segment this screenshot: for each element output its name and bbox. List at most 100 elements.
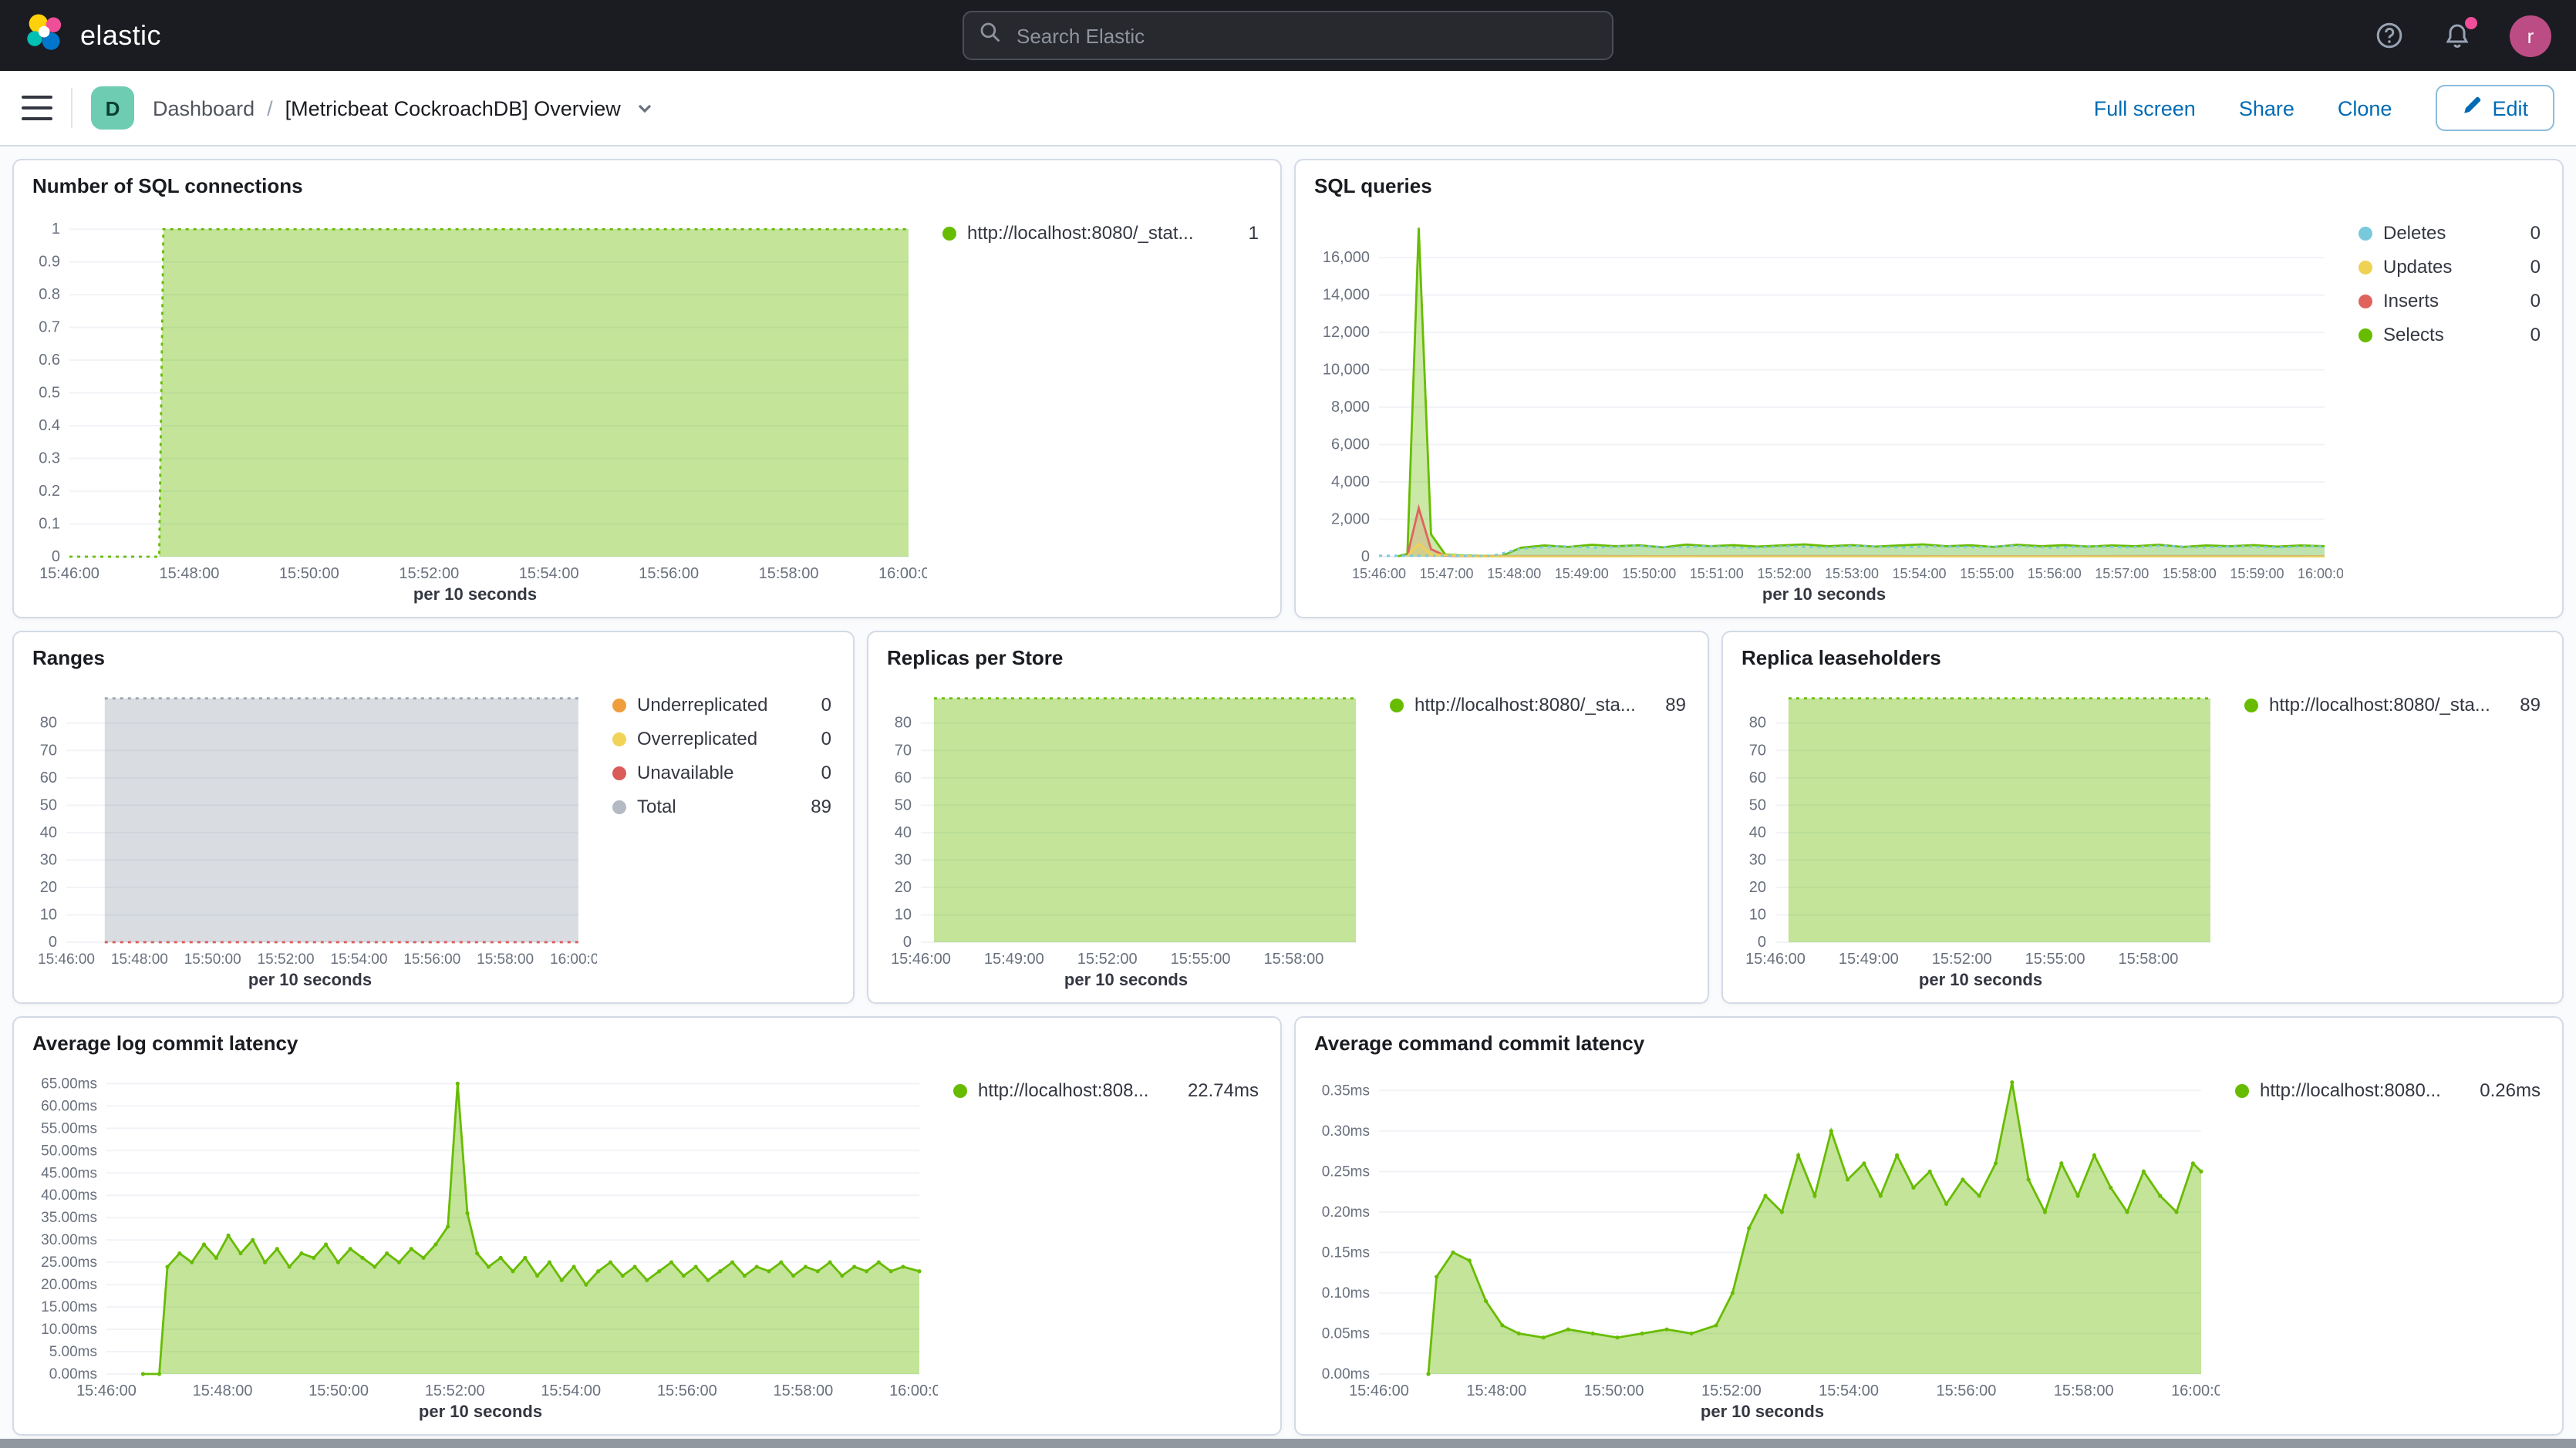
svg-text:15:55:00: 15:55:00 [1171,951,1231,968]
area-chart[interactable]: 0102030405060708015:46:0015:49:0015:52:0… [878,672,1374,970]
pencil-icon [2461,96,2481,120]
space-switcher[interactable]: D [91,86,134,130]
legend-value: 89 [798,796,831,817]
svg-text:15:48:00: 15:48:00 [1466,1382,1526,1399]
svg-text:60: 60 [895,769,912,786]
area-chart[interactable]: 0.00ms0.05ms0.10ms0.15ms0.20ms0.25ms0.30… [1305,1058,2220,1402]
x-axis-title: per 10 seconds [1732,970,2229,993]
search-input[interactable] [1013,22,1597,49]
legend-value: 1 [1236,222,1259,244]
svg-text:20: 20 [40,879,57,896]
svg-text:0.9: 0.9 [39,254,60,271]
area-chart[interactable]: 0102030405060708015:46:0015:49:0015:52:0… [1732,672,2229,970]
svg-text:15:47:00: 15:47:00 [1419,566,1473,581]
svg-text:15:49:00: 15:49:00 [984,951,1044,968]
svg-text:0.00ms: 0.00ms [49,1366,97,1382]
svg-text:15:52:00: 15:52:00 [425,1382,485,1399]
svg-text:15:53:00: 15:53:00 [1825,566,1879,581]
chevron-down-icon[interactable] [636,99,655,117]
svg-text:15:56:00: 15:56:00 [657,1382,717,1399]
legend-label: Updates [2383,256,2507,278]
menu-icon[interactable] [22,96,52,120]
legend-item[interactable]: Inserts 0 [2359,290,2541,311]
svg-text:15.00ms: 15.00ms [41,1299,97,1315]
svg-text:60: 60 [1749,769,1766,786]
legend-label: http://localhost:8080/_sta... [2269,694,2497,716]
svg-text:15:52:00: 15:52:00 [399,565,459,582]
x-axis-title: per 10 seconds [23,584,927,608]
legend-value: 0 [2518,324,2541,345]
series-color-dot [2359,226,2372,240]
legend-item[interactable]: http://localhost:8080/_sta... 89 [1390,694,1686,716]
elastic-home-link[interactable]: elastic [25,12,161,59]
legend-item[interactable]: Underreplicated 0 [612,694,831,716]
svg-text:40: 40 [895,824,912,841]
legend-item[interactable]: Total 89 [612,796,831,817]
svg-text:30: 30 [40,851,57,868]
svg-text:15:46:00: 15:46:00 [1349,1382,1409,1399]
area-chart[interactable]: 0.00ms5.00ms10.00ms15.00ms20.00ms25.00ms… [23,1058,938,1402]
legend-item[interactable]: http://localhost:808... 22.74ms [953,1079,1259,1101]
svg-text:15:46:00: 15:46:00 [76,1382,137,1399]
legend-item[interactable]: Selects 0 [2359,324,2541,345]
svg-text:16:00:00: 16:00:00 [2171,1382,2220,1399]
series-color-dot [1390,698,1404,712]
notifications-icon[interactable] [2442,20,2473,51]
svg-text:0.3: 0.3 [39,450,60,467]
legend-item[interactable]: Updates 0 [2359,256,2541,278]
svg-text:20: 20 [895,879,912,896]
legend-value: 0 [809,728,831,749]
edit-button[interactable]: Edit [2435,85,2554,131]
svg-text:14,000: 14,000 [1323,287,1370,304]
panel-title: Replicas per Store [887,646,1689,669]
legend-label: Underreplicated [637,694,798,716]
notification-badge [2465,17,2477,29]
legend-label: Unavailable [637,762,798,783]
legend-value: 89 [2507,694,2541,716]
chart-legend: Underreplicated 0 Overreplicated 0 Unava… [597,672,844,993]
top-header: elastic [0,0,2576,71]
user-avatar[interactable]: r [2510,15,2551,56]
help-icon[interactable] [2374,20,2405,51]
svg-text:80: 80 [1749,715,1766,732]
series-color-dot [612,800,626,813]
svg-text:15:50:00: 15:50:00 [184,951,241,968]
area-chart[interactable]: 0102030405060708015:46:0015:48:0015:50:0… [23,672,597,970]
global-search[interactable] [963,11,1613,60]
svg-text:15:50:00: 15:50:00 [279,565,339,582]
svg-text:15:54:00: 15:54:00 [1892,566,1946,581]
legend-value: 0.26ms [2467,1079,2541,1101]
clone-button[interactable]: Clone [2338,96,2392,120]
svg-text:15:52:00: 15:52:00 [1701,1382,1762,1399]
area-chart[interactable]: 00.10.20.30.40.50.60.70.80.9115:46:0015:… [23,200,927,584]
svg-text:8,000: 8,000 [1331,399,1370,416]
legend-item[interactable]: http://localhost:8080/_stat... 1 [942,222,1259,244]
svg-text:15:58:00: 15:58:00 [2163,566,2217,581]
legend-item[interactable]: http://localhost:8080... 0.26ms [2235,1079,2541,1101]
legend-item[interactable]: Deletes 0 [2359,222,2541,244]
svg-text:15:58:00: 15:58:00 [477,951,534,968]
svg-text:10.00ms: 10.00ms [41,1322,97,1338]
svg-text:10,000: 10,000 [1323,362,1370,379]
share-button[interactable]: Share [2239,96,2294,120]
svg-text:15:48:00: 15:48:00 [111,951,168,968]
svg-text:50: 50 [40,796,57,813]
legend-item[interactable]: Unavailable 0 [612,762,831,783]
area-chart[interactable]: 02,0004,0006,0008,00010,00012,00014,0001… [1305,200,2343,584]
breadcrumb-dashboard-link[interactable]: Dashboard [153,96,255,120]
chart-legend: http://localhost:8080/_sta... 89 [2229,672,2553,993]
horizontal-scrollbar[interactable] [0,1439,2576,1448]
legend-item[interactable]: http://localhost:8080/_sta... 89 [2244,694,2541,716]
svg-text:25.00ms: 25.00ms [41,1254,97,1271]
svg-text:5.00ms: 5.00ms [49,1344,97,1360]
legend-label: http://localhost:8080/_stat... [967,222,1226,244]
svg-text:0.35ms: 0.35ms [1322,1083,1370,1099]
panel-title: Average log commit latency [32,1032,1262,1055]
full-screen-button[interactable]: Full screen [2094,96,2196,120]
legend-value: 22.74ms [1175,1079,1259,1101]
legend-item[interactable]: Overreplicated 0 [612,728,831,749]
svg-text:15:54:00: 15:54:00 [519,565,579,582]
panel-sql-connections: Number of SQL connections 00.10.20.30.40… [12,159,1282,618]
svg-text:70: 70 [1749,742,1766,759]
svg-text:15:54:00: 15:54:00 [1819,1382,1879,1399]
